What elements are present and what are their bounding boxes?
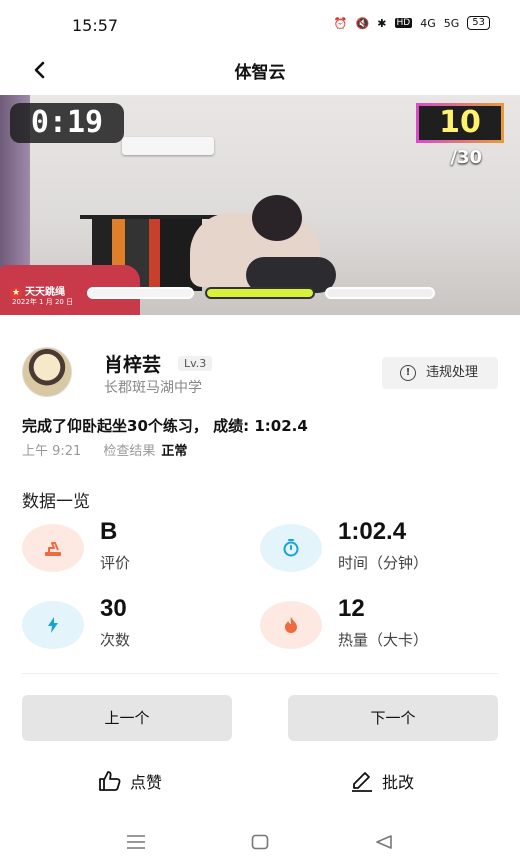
battery-icon: 53: [467, 16, 490, 30]
signal-4g-icon: 4G: [420, 16, 436, 30]
exercise-time: 上午 9:21: [22, 444, 82, 459]
grade-action-label: 批改: [382, 773, 415, 792]
alert-icon: !: [400, 365, 416, 381]
student-card: 肖梓芸 Lv.3 长郡斑马湖中学 ! 违规处理 完成了仰卧起坐30个练习， 成绩…: [0, 315, 520, 680]
nav-bar: 体智云: [0, 48, 520, 92]
exercise-video[interactable]: 0:19 10 /30 ★ 天天跳绳 2022年 1 月 20 日: [0, 95, 520, 315]
stat-grade: B 评价: [22, 518, 252, 580]
check-label: 检查结果: [103, 444, 156, 459]
exercise-summary: 完成了仰卧起坐30个练习， 成绩: 1:02.4: [22, 417, 308, 435]
grade-label: 评价: [100, 554, 131, 572]
grade-button[interactable]: 批改: [350, 768, 414, 794]
video-scene-air-conditioner: [122, 137, 214, 155]
count-value: 30: [100, 595, 127, 622]
avatar[interactable]: [22, 347, 72, 397]
violation-button-label: 违规处理: [426, 365, 479, 380]
stopwatch-icon: [260, 524, 322, 572]
person-head: [252, 195, 302, 241]
video-timer: 0:19: [10, 103, 124, 143]
progress-segment-3: [325, 287, 435, 299]
like-button[interactable]: 点赞: [98, 768, 162, 794]
progress-segment-2: [205, 287, 315, 299]
flame-icon: [260, 601, 322, 649]
thumbs-up-icon: [99, 771, 121, 791]
back-triangle-icon[interactable]: [374, 834, 394, 854]
duration-label: 时间（分钟）: [338, 554, 429, 572]
prev-button[interactable]: 上一个: [22, 695, 232, 741]
stat-calories: 12 热量（大卡）: [260, 595, 490, 657]
rep-counter: 10: [416, 103, 504, 143]
violation-button[interactable]: ! 违规处理: [382, 357, 498, 389]
check-value: 正常: [161, 444, 188, 459]
divider: [22, 673, 498, 674]
system-nav: [0, 830, 520, 866]
menu-icon[interactable]: [126, 834, 146, 854]
grade-value: B: [100, 518, 118, 545]
video-scene-person: [190, 195, 340, 295]
calories-label: 热量（大卡）: [338, 631, 429, 649]
check-result: 检查结果 正常: [103, 440, 187, 459]
level-badge: Lv.3: [178, 356, 213, 371]
student-name: 肖梓芸: [104, 354, 162, 376]
duration-value: 1:02.4: [338, 518, 407, 545]
calories-value: 12: [338, 595, 365, 622]
next-button[interactable]: 下一个: [288, 695, 498, 741]
rep-total: /30: [450, 147, 482, 168]
lightning-icon: [22, 601, 84, 649]
signal-5g-icon: 5G: [443, 16, 460, 30]
page-title: 体智云: [234, 63, 286, 83]
brand-date: 2022年 1 月 20 日: [12, 298, 74, 306]
stat-duration: 1:02.4 时间（分钟）: [260, 518, 490, 580]
student-school: 长郡斑马湖中学: [104, 380, 202, 396]
stats-title: 数据一览: [22, 492, 90, 512]
home-icon[interactable]: [251, 834, 269, 854]
hd-icon: HD: [394, 18, 413, 28]
status-icons: ⏰ 🔇 ✱ HD 4G 5G 53: [334, 16, 490, 30]
alarm-icon: ⏰: [333, 16, 348, 30]
count-label: 次数: [100, 631, 131, 649]
mute-icon: 🔇: [355, 16, 370, 30]
progress-segment-1: [87, 287, 194, 299]
grade-icon: [22, 524, 84, 572]
edit-icon: [352, 772, 372, 792]
status-time: 15:57: [72, 16, 119, 35]
like-label: 点赞: [130, 773, 163, 792]
status-bar: 15:57 ⏰ 🔇 ✱ HD 4G 5G 53: [0, 0, 520, 48]
stat-count: 30 次数: [22, 595, 252, 657]
exercise-meta: 上午 9:21 检查结果 正常: [22, 440, 187, 459]
bluetooth-icon: ✱: [377, 16, 387, 30]
